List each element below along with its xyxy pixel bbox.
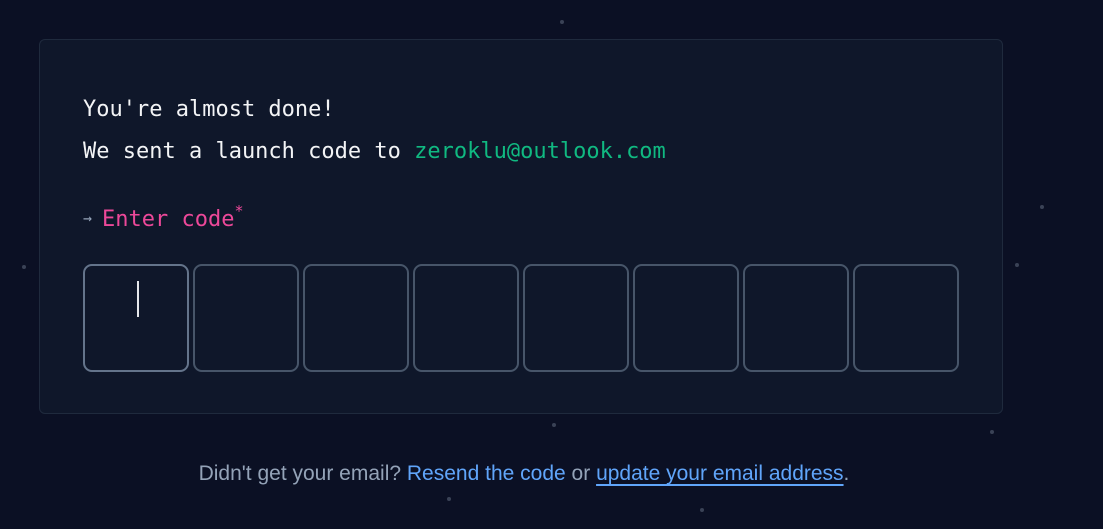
code-label: → Enter code* <box>83 196 244 235</box>
footer-prompt: Didn't get your email? <box>198 462 402 485</box>
code-digit-7-input[interactable] <box>743 264 849 372</box>
required-asterisk: * <box>234 202 244 220</box>
code-digit-6-input[interactable] <box>633 264 739 372</box>
code-digit-8-input[interactable] <box>853 264 959 372</box>
verification-card: You're almost done! We sent a launch cod… <box>39 39 1003 414</box>
heading-line-almost-done: You're almost done! <box>83 97 335 122</box>
star-dot <box>700 508 704 512</box>
code-digit-2-input[interactable] <box>193 264 299 372</box>
text-cursor <box>137 281 139 317</box>
star-dot <box>22 265 26 269</box>
code-digit-5-input[interactable] <box>523 264 629 372</box>
star-dot <box>990 430 994 434</box>
star-dot <box>447 497 451 501</box>
footer-period: . <box>843 462 850 485</box>
code-digit-3-input[interactable] <box>303 264 409 372</box>
star-dot <box>1040 205 1044 209</box>
code-label-text: Enter code <box>102 207 235 232</box>
star-dot <box>560 20 564 24</box>
footer-or: or <box>571 462 591 485</box>
star-dot <box>552 423 556 427</box>
resend-footer: Didn't get your email? Resend the code o… <box>0 462 1048 486</box>
star-dot <box>1015 263 1019 267</box>
heading-line-sent-code: We sent a launch code to zeroklu@outlook… <box>83 131 666 173</box>
sent-code-text: We sent a launch code to <box>83 139 401 164</box>
code-digit-4-input[interactable] <box>413 264 519 372</box>
verification-heading: You're almost done! We sent a launch cod… <box>83 89 666 173</box>
arrow-right-icon: → <box>83 209 93 227</box>
update-email-link[interactable]: update your email address <box>596 462 843 485</box>
code-digit-1-input[interactable] <box>83 264 189 372</box>
code-digit-wrapper <box>83 264 189 372</box>
email-address: zeroklu@outlook.com <box>414 139 666 164</box>
resend-code-link[interactable]: Resend the code <box>407 462 566 485</box>
code-input-group <box>83 264 959 372</box>
